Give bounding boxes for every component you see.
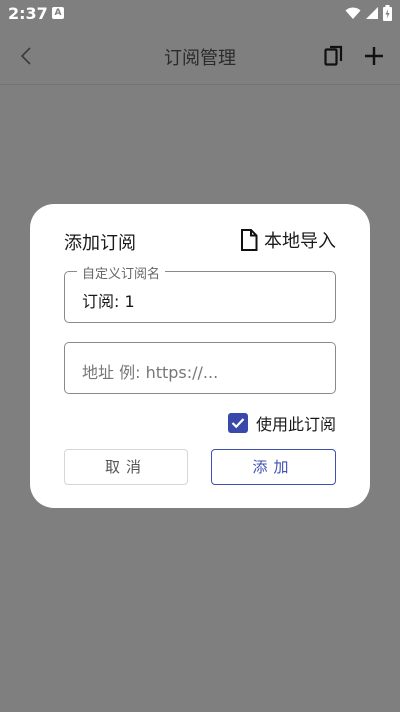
subscription-url-field[interactable]: 地址 例: https://... bbox=[64, 342, 336, 394]
cancel-button[interactable]: 取消 bbox=[64, 449, 188, 485]
subscription-name-label: 自定义订阅名 bbox=[77, 263, 166, 282]
wifi-icon bbox=[345, 7, 361, 19]
local-import-label: 本地导入 bbox=[264, 231, 336, 252]
local-import-button[interactable]: 本地导入 bbox=[240, 227, 336, 253]
checkmark-icon bbox=[231, 418, 245, 429]
enable-subscription-checkbox[interactable] bbox=[227, 413, 248, 433]
app-bar-divider bbox=[0, 84, 400, 85]
add-subscription-dialog: 添加订阅 本地导入 自定义订阅名 订阅: 1 地址 例: https://...… bbox=[30, 204, 370, 508]
battery-icon bbox=[383, 5, 392, 21]
status-time: 2:37 bbox=[8, 4, 48, 23]
enable-subscription-row[interactable]: 使用此订阅 bbox=[227, 411, 336, 435]
notification-icon: A bbox=[52, 7, 64, 19]
subscription-name-field[interactable]: 自定义订阅名 订阅: 1 bbox=[64, 263, 336, 323]
signal-icon bbox=[366, 7, 378, 19]
copy-icon bbox=[324, 45, 343, 66]
plus-icon bbox=[365, 47, 383, 65]
status-icons bbox=[345, 5, 392, 21]
subscription-url-placeholder: 地址 例: https://... bbox=[82, 363, 219, 382]
subscription-name-value: 订阅: 1 bbox=[82, 292, 135, 311]
add-subscription-button[interactable] bbox=[360, 42, 388, 70]
enable-subscription-label: 使用此订阅 bbox=[255, 415, 336, 434]
dialog-title: 添加订阅 bbox=[64, 233, 136, 254]
app-bar: 订阅管理 bbox=[0, 28, 400, 84]
add-button[interactable]: 添加 bbox=[211, 449, 336, 485]
status-bar: 2:37 A bbox=[0, 0, 400, 28]
file-icon bbox=[241, 229, 258, 251]
clipboard-import-button[interactable] bbox=[320, 42, 348, 70]
